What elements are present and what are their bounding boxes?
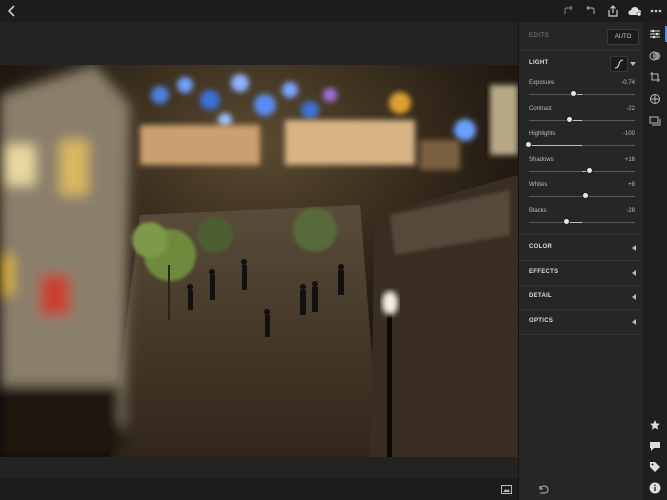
edits-label: EDITS bbox=[529, 33, 550, 39]
divider bbox=[519, 333, 643, 335]
slider-highlights[interactable]: Highlights -100 bbox=[525, 131, 635, 151]
star-icon[interactable] bbox=[647, 417, 663, 433]
slider-thumb[interactable] bbox=[586, 166, 594, 174]
crop-icon[interactable] bbox=[647, 69, 663, 85]
section-detail[interactable]: DETAIL bbox=[519, 285, 643, 309]
slider-thumb[interactable] bbox=[525, 141, 532, 148]
compare-icon[interactable] bbox=[498, 481, 514, 497]
sliders-icon[interactable] bbox=[647, 26, 663, 42]
versions-icon[interactable] bbox=[647, 113, 663, 129]
right-icon-rail bbox=[539, 22, 667, 500]
slider-value[interactable]: -22 bbox=[626, 106, 635, 112]
slider-label: Shadows bbox=[529, 156, 554, 163]
edit-panel: EDITS AUTO LIGHT Exposure -0.74 Contrast -2… bbox=[518, 22, 643, 500]
light-section-title[interactable]: LIGHT bbox=[529, 60, 549, 66]
section-title: EFFECTS bbox=[529, 268, 559, 275]
auto-button[interactable]: AUTO bbox=[607, 29, 639, 45]
slider-label: Blacks bbox=[529, 207, 547, 214]
slider-thumb[interactable] bbox=[566, 115, 574, 123]
more-icon[interactable] bbox=[648, 3, 664, 19]
photo-preview[interactable] bbox=[0, 65, 518, 457]
healing-icon[interactable] bbox=[647, 91, 663, 107]
expand-caret-icon[interactable] bbox=[632, 294, 636, 300]
slider-value[interactable]: +16 bbox=[625, 157, 635, 163]
chevron-left-icon[interactable] bbox=[4, 3, 20, 19]
info-icon[interactable] bbox=[647, 480, 663, 496]
section-title: OPTICS bbox=[529, 317, 554, 324]
light-expand-caret-icon[interactable] bbox=[630, 62, 636, 66]
share-icon[interactable] bbox=[605, 3, 621, 19]
section-color[interactable]: COLOR bbox=[519, 236, 643, 260]
slider-label: Contrast bbox=[529, 105, 552, 112]
slider-thumb[interactable] bbox=[563, 217, 571, 225]
reset-icon[interactable] bbox=[535, 481, 551, 497]
divider bbox=[519, 50, 643, 51]
section-optics[interactable]: OPTICS bbox=[519, 310, 643, 334]
slider-label: Highlights bbox=[529, 131, 556, 137]
section-effects[interactable]: EFFECTS bbox=[519, 261, 643, 285]
slider-track[interactable] bbox=[529, 119, 635, 121]
undo-icon[interactable] bbox=[583, 3, 599, 19]
expand-caret-icon[interactable] bbox=[632, 245, 636, 251]
miniature-street-photo bbox=[0, 65, 518, 457]
slider-shadows[interactable]: Shadows +16 bbox=[529, 157, 635, 177]
section-title: DETAIL bbox=[529, 293, 553, 299]
slider-value[interactable]: +8 bbox=[628, 182, 635, 188]
presets-icon[interactable] bbox=[647, 48, 663, 64]
slider-exposure[interactable]: Exposure -0.74 bbox=[529, 80, 635, 100]
redo-icon[interactable] bbox=[560, 3, 576, 19]
slider-thumb[interactable] bbox=[570, 90, 578, 97]
bottom-toolbar bbox=[0, 478, 518, 500]
slider-blacks[interactable]: Blacks -28 bbox=[529, 208, 635, 228]
expand-caret-icon[interactable] bbox=[632, 318, 636, 325]
slider-track[interactable] bbox=[529, 94, 635, 95]
slider-value[interactable]: -0.74 bbox=[621, 80, 635, 86]
slider-label: Exposure bbox=[529, 80, 555, 86]
slider-value[interactable]: -100 bbox=[623, 131, 635, 137]
photo-canvas[interactable] bbox=[0, 22, 518, 478]
expand-caret-icon[interactable] bbox=[632, 269, 636, 276]
slider-thumb[interactable] bbox=[582, 192, 590, 199]
slider-track[interactable] bbox=[529, 221, 635, 223]
tone-curve-button[interactable] bbox=[610, 56, 628, 72]
slider-contrast[interactable]: Contrast -22 bbox=[529, 106, 635, 126]
divider bbox=[519, 234, 643, 235]
tone-curve-icon bbox=[614, 59, 624, 69]
comment-icon[interactable] bbox=[647, 438, 663, 454]
tag-icon[interactable] bbox=[647, 459, 663, 475]
section-title: COLOR bbox=[529, 244, 553, 250]
top-toolbar bbox=[0, 0, 667, 22]
slider-label: Whites bbox=[529, 182, 548, 188]
slider-whites[interactable]: Whites +8 bbox=[529, 182, 635, 202]
slider-value[interactable]: -28 bbox=[626, 208, 635, 214]
cloud-sync-icon[interactable] bbox=[627, 3, 643, 19]
slider-fill bbox=[529, 145, 582, 146]
